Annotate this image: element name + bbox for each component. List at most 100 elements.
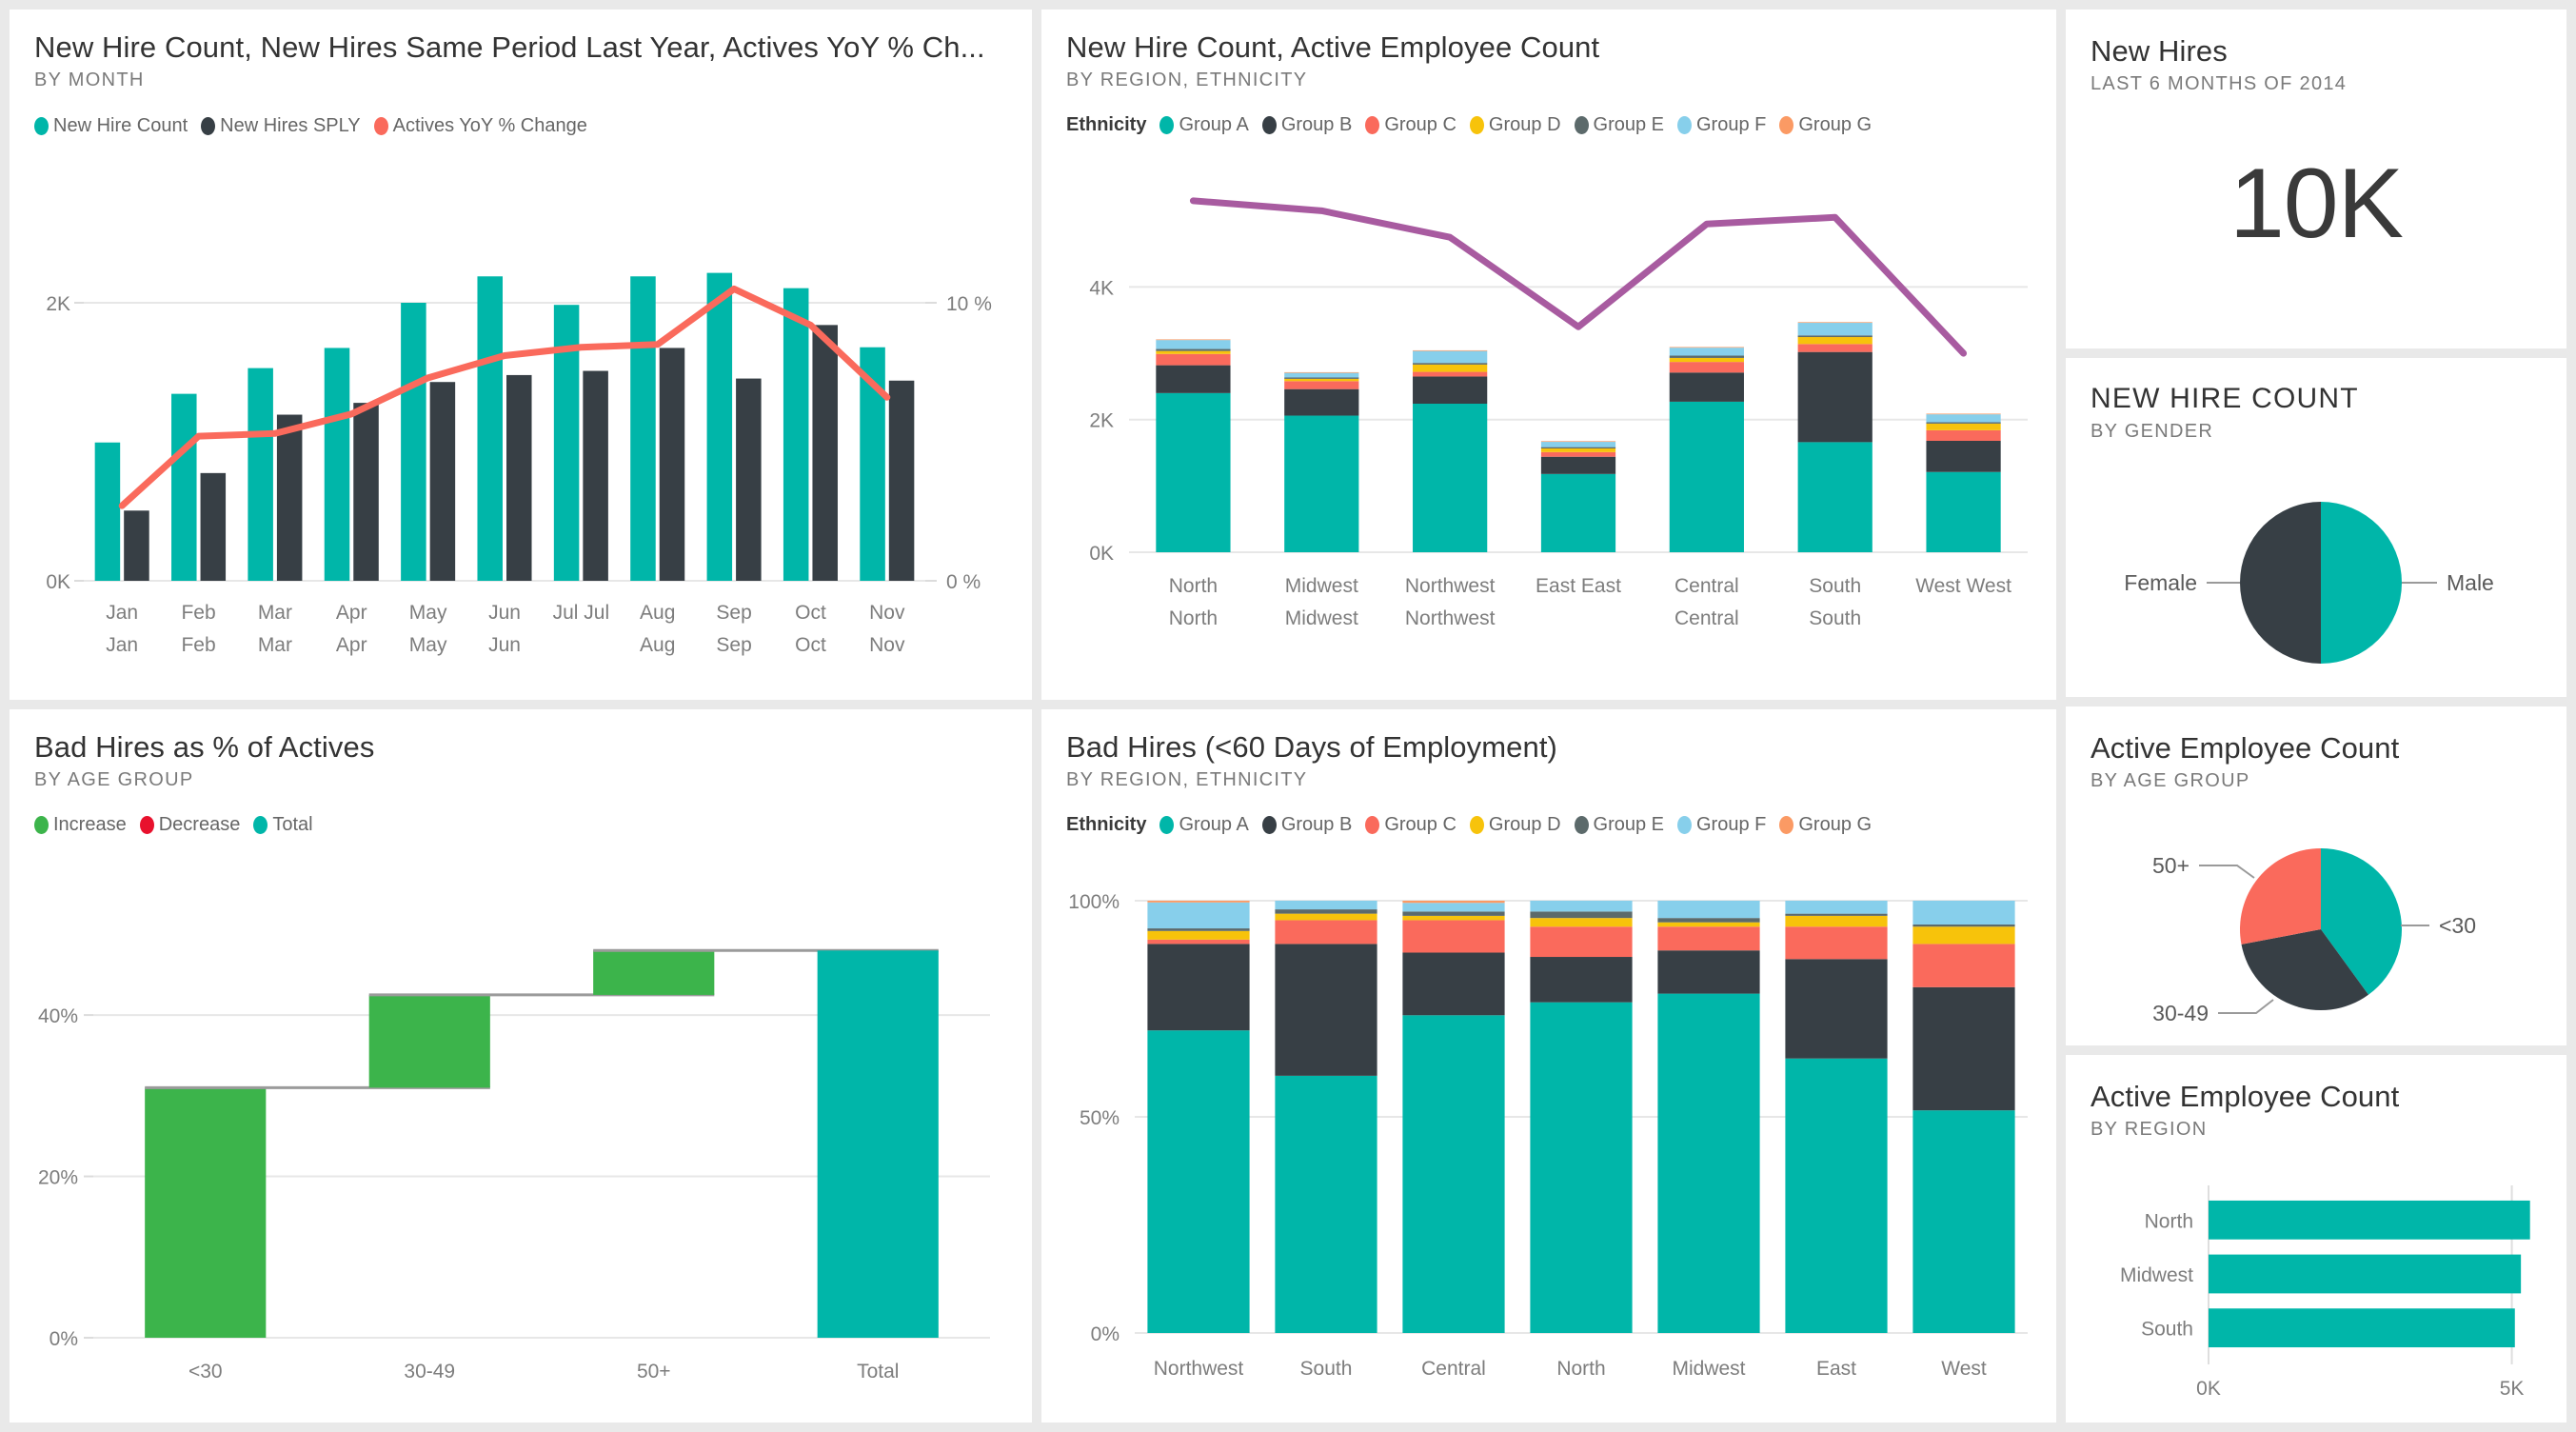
card-new-hire-trend[interactable]: New Hire Count, New Hires Same Period La… xyxy=(10,10,1032,700)
legend-item[interactable]: Group B xyxy=(1261,813,1353,836)
stacked-segment xyxy=(1275,909,1377,914)
card-active-by-region[interactable]: Active Employee Count BY REGION North Mid… xyxy=(2066,1055,2566,1422)
legend-item[interactable]: Group D xyxy=(1469,114,1561,136)
legend-item[interactable]: Group F xyxy=(1677,114,1766,136)
hbar xyxy=(2209,1308,2515,1348)
stacked-segment xyxy=(1402,920,1505,953)
card-active-by-age[interactable]: Active Employee Count BY AGE GROUP <30 30… xyxy=(2066,706,2566,1045)
legend-label: Actives YoY % Change xyxy=(392,114,587,136)
card-title: Active Employee Count xyxy=(2091,731,2400,765)
stacked-segment xyxy=(1284,415,1359,552)
stacked-segment xyxy=(1912,926,2015,945)
bar-new-hire-count xyxy=(248,368,273,581)
waterfall-bar xyxy=(593,950,715,995)
svg-text:<30: <30 xyxy=(188,1361,223,1382)
legend-item[interactable]: New Hires SPLY xyxy=(201,115,361,137)
legend-item[interactable]: Group G xyxy=(1779,814,1872,836)
svg-text:Midwest: Midwest xyxy=(1672,1358,1745,1380)
legend-item[interactable]: Group G xyxy=(1779,114,1872,136)
stacked-segment xyxy=(1926,414,2001,423)
pie-label: 50+ xyxy=(2152,853,2190,878)
legend-item[interactable]: Group F xyxy=(1677,814,1766,836)
bar-new-hires-sply xyxy=(583,370,608,581)
legend-item[interactable]: Group B xyxy=(1261,114,1352,136)
svg-text:Sep: Sep xyxy=(716,602,751,624)
svg-text:East: East xyxy=(1816,1358,1856,1380)
svg-text:50%: 50% xyxy=(1080,1107,1120,1129)
chart-new-hire-active-region[interactable]: 0K 2K 4K North North Midwest Midwest Northwest N… xyxy=(1041,171,2056,700)
stacked-segment xyxy=(1413,350,1488,364)
legend-item[interactable]: Decrease xyxy=(139,814,240,836)
legend-item[interactable]: Group E xyxy=(1574,814,1664,836)
stacked-segment xyxy=(1657,922,1760,927)
card-bad-hires-pct[interactable]: Bad Hires as % of Actives BY AGE GROUP I… xyxy=(10,709,1032,1422)
stacked-segment xyxy=(1657,901,1760,919)
bar-new-hires-sply xyxy=(200,472,227,581)
legend-label: Increase xyxy=(53,813,127,835)
stacked-segment xyxy=(1156,339,1231,341)
svg-text:Midwest: Midwest xyxy=(1285,575,1358,597)
stacked-segment xyxy=(1147,939,1250,945)
svg-text:2K: 2K xyxy=(46,293,70,315)
card-subtitle: BY AGE GROUP xyxy=(34,768,194,790)
stacked-segment xyxy=(1156,365,1231,393)
legend-new-hire-trend[interactable]: New Hire Count New Hires SPLY Actives Yo… xyxy=(10,91,1032,137)
chart-bad-hires-60days[interactable]: 0% 50% 100% Northwest South Central North Midwe… xyxy=(1041,876,2056,1419)
svg-text:Oct: Oct xyxy=(795,634,826,656)
bar-new-hire-count xyxy=(171,393,197,581)
legend-item[interactable]: Group E xyxy=(1574,114,1664,136)
chart-new-hire-trend[interactable]: 0K 2K 0 % 10 % Jan Jan Feb Feb Mar Mar Apr Apr May Ma… xyxy=(10,214,1032,700)
stacked-segment xyxy=(1275,901,1377,910)
stacked-segment xyxy=(1156,350,1231,354)
svg-text:North: North xyxy=(1556,1358,1605,1380)
legend-item[interactable]: Group D xyxy=(1469,813,1561,836)
svg-text:2K: 2K xyxy=(1089,410,1114,432)
svg-text:Northwest: Northwest xyxy=(1405,607,1496,629)
legend-label: Group D xyxy=(1488,813,1561,835)
card-new-hire-active-region[interactable]: New Hire Count, Active Employee Count BY… xyxy=(1041,10,2056,700)
chart-active-by-region[interactable]: North Midwest South 0K 5K xyxy=(2066,1174,2566,1417)
legend-swatch-group-e xyxy=(1574,815,1589,834)
chart-active-by-age[interactable]: <30 30-49 50+ xyxy=(2066,813,2566,1042)
legend-item[interactable]: Group A xyxy=(1159,114,1249,136)
legend-label: Group B xyxy=(1280,813,1353,835)
legend-swatch-increase xyxy=(34,815,49,834)
stacked-segment xyxy=(1530,901,1633,912)
legend-item[interactable]: Increase xyxy=(34,814,127,836)
card-bad-hires-60days[interactable]: Bad Hires (<60 Days of Employment) BY RE… xyxy=(1041,709,2056,1422)
bar-new-hire-count xyxy=(477,276,503,581)
legend-item[interactable]: Total xyxy=(253,814,313,836)
legend-swatch-group-e xyxy=(1574,115,1589,134)
card-new-hires-kpi[interactable]: New Hires LAST 6 MONTHS OF 2014 10K xyxy=(2066,10,2566,348)
svg-text:Central: Central xyxy=(1674,575,1739,597)
stacked-segment xyxy=(1785,959,1888,1059)
stacked-segment xyxy=(1912,986,2015,1111)
legend-item[interactable]: Group C xyxy=(1365,114,1456,136)
legend-ethnicity-2[interactable]: Ethnicity Group A Group B Group C Group … xyxy=(1041,791,2056,836)
stacked-segment xyxy=(1912,901,2015,925)
svg-text:30-49: 30-49 xyxy=(404,1361,455,1382)
stacked-segment xyxy=(1402,1015,1505,1333)
legend-item[interactable]: New Hire Count xyxy=(34,115,188,137)
chart-bad-hires-waterfall[interactable]: 0% 20% 40% <30 30-49 50+ Total xyxy=(10,881,1032,1419)
chart-new-hire-by-gender[interactable]: Female Male xyxy=(2066,470,2566,694)
legend-swatch-group-d xyxy=(1469,815,1484,834)
stacked-segment xyxy=(1413,363,1488,365)
card-new-hire-by-gender[interactable]: NEW HIRE COUNT BY GENDER Female Male xyxy=(2066,358,2566,697)
legend-ethnicity[interactable]: Ethnicity Group A Group B Group C Group … xyxy=(1041,91,2056,136)
bar-new-hire-count xyxy=(324,348,350,581)
stacked-segment xyxy=(1413,364,1488,372)
stacked-segment xyxy=(1657,918,1760,923)
legend-item[interactable]: Group A xyxy=(1159,814,1249,836)
svg-text:Northwest: Northwest xyxy=(1405,575,1496,597)
stacked-segment xyxy=(1530,957,1633,1003)
svg-text:Nov: Nov xyxy=(869,634,905,656)
stacked-segment xyxy=(1156,353,1231,366)
legend-item[interactable]: Actives YoY % Change xyxy=(373,114,587,137)
legend-item[interactable]: Group C xyxy=(1365,814,1456,836)
svg-text:Jul Jul: Jul Jul xyxy=(553,602,610,624)
stacked-segment xyxy=(1147,944,1250,1031)
stacked-segment xyxy=(1669,357,1744,363)
legend-waterfall[interactable]: Increase Decrease Total xyxy=(10,791,1032,836)
svg-text:40%: 40% xyxy=(38,1005,78,1027)
